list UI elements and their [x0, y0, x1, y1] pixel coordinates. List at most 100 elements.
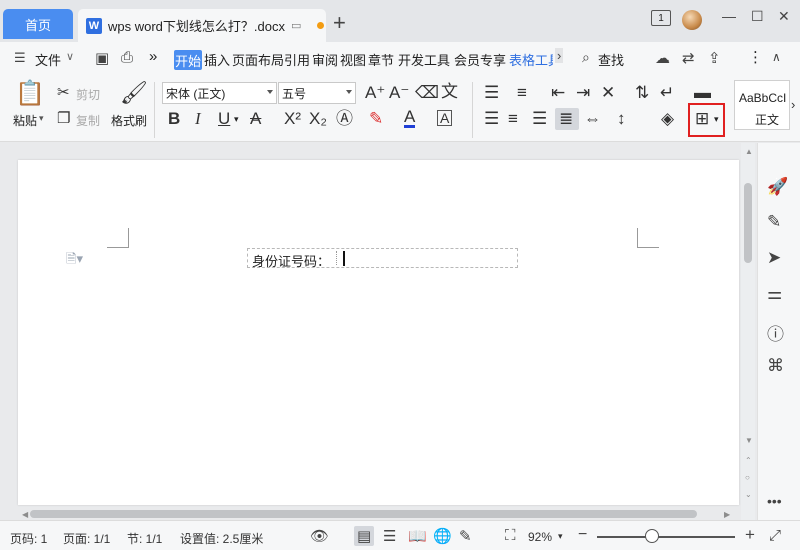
prev-page-icon[interactable]: ⌃ — [745, 456, 752, 465]
avatar[interactable] — [682, 10, 702, 30]
shrink-font-icon[interactable]: A⁻ — [389, 84, 409, 102]
underline-dropdown-icon[interactable]: ▾ — [234, 114, 239, 125]
scroll-up-icon[interactable]: ▲ — [745, 147, 753, 156]
clear-format-icon[interactable]: ⌫ — [415, 84, 439, 102]
tab-table-tools[interactable]: 表格工具 — [509, 50, 553, 69]
vertical-scroll-thumb[interactable] — [744, 183, 752, 263]
underline-icon[interactable]: U — [218, 110, 230, 128]
bold-icon[interactable]: B — [168, 110, 180, 128]
tab-home[interactable]: 首页 — [3, 9, 73, 39]
show-marks-icon[interactable]: ↵ — [660, 84, 674, 102]
close-button[interactable]: ✕ — [778, 8, 790, 25]
borders-icon[interactable]: ⊞ — [695, 110, 709, 128]
align-right-icon[interactable]: ☰ — [532, 110, 547, 128]
increase-indent-icon[interactable]: ⇥ — [576, 84, 590, 102]
more-menu-button[interactable]: ⋮ — [748, 48, 763, 66]
tab-document[interactable]: W wps word下划线怎么打？.docx ▭ — [78, 9, 326, 42]
decrease-indent-icon[interactable]: ⇤ — [551, 84, 565, 102]
align-center-icon[interactable]: ≡ — [508, 110, 518, 128]
cursor-icon[interactable]: ➤ — [767, 248, 781, 268]
export-icon[interactable]: ⇪ — [708, 49, 721, 67]
borders-dropdown-icon[interactable]: ▾ — [714, 114, 719, 125]
tab-chapter[interactable]: 章节 — [368, 50, 394, 69]
reading-view-icon[interactable]: 📖 — [408, 527, 427, 545]
more-tabs-button[interactable]: » — [149, 48, 157, 65]
chevron-right-icon[interactable]: › — [791, 96, 795, 114]
zoom-out-icon[interactable]: − — [578, 526, 587, 544]
pen-annotation-icon[interactable]: ✎ — [459, 527, 472, 545]
tab-developer[interactable]: 开发工具 — [398, 50, 450, 69]
ruler-icon[interactable]: ▬ — [694, 84, 711, 102]
font-size-select[interactable]: 五号 — [278, 82, 356, 104]
align-left-icon[interactable]: ☰ — [484, 110, 499, 128]
fullscreen-icon[interactable]: ⤢ — [769, 527, 781, 544]
strikethrough-icon[interactable]: A — [250, 110, 261, 128]
search-button[interactable]: 查找 — [598, 50, 624, 69]
print-icon[interactable]: ⎙ — [121, 49, 133, 66]
font-name-select[interactable]: 宋体 (正文) — [162, 82, 277, 104]
grow-font-icon[interactable]: A⁺ — [365, 84, 385, 102]
horizontal-scroll-thumb[interactable] — [30, 510, 697, 518]
sort-icon[interactable]: ⇅ — [635, 84, 649, 102]
outline-view-icon[interactable]: ☰ — [383, 527, 396, 545]
scroll-left-icon[interactable]: ◀ — [22, 510, 28, 519]
italic-icon[interactable]: I — [195, 110, 201, 128]
style-gallery-normal[interactable]: AaBbCcI 正文 — [734, 80, 790, 130]
chevron-down-icon[interactable]: ▾ — [558, 531, 563, 542]
cloud-icon[interactable]: ☁ — [655, 49, 670, 67]
document-page[interactable] — [18, 160, 739, 505]
align-justify-icon[interactable]: ≣ — [559, 110, 573, 128]
web-view-icon[interactable]: 🌐 — [433, 527, 452, 545]
document-outline-icon[interactable]: 🗎▾ — [66, 250, 83, 272]
distribute-icon[interactable]: ⇔ — [584, 110, 601, 128]
tab-view[interactable]: 视图 — [340, 50, 366, 69]
scroll-right-icon[interactable]: ▶ — [724, 510, 730, 519]
search-icon[interactable]: ⌕ — [582, 49, 590, 66]
collapse-ribbon-icon[interactable]: ∧ — [772, 50, 781, 64]
tab-review[interactable]: 审阅 — [312, 50, 338, 69]
settings-slider-icon[interactable]: ⚌ — [767, 284, 782, 304]
tab-page-layout[interactable]: 页面布局 — [232, 50, 284, 69]
tab-member[interactable]: 会员专享 — [454, 50, 506, 69]
status-setting-value[interactable]: 设置值: 2.5厘米 — [180, 530, 263, 547]
share-icon[interactable]: ⇄ — [682, 49, 695, 67]
font-color-icon[interactable]: A — [404, 108, 416, 128]
copy-button[interactable]: 复制 — [76, 112, 100, 129]
format-painter-icon[interactable]: 🖌 — [120, 82, 148, 104]
paste-dropdown-icon[interactable]: ▾ — [39, 113, 44, 124]
tab-insert[interactable]: 插入 — [204, 50, 230, 69]
chevron-right-icon[interactable]: › — [555, 48, 564, 63]
zoom-slider-track[interactable] — [597, 536, 735, 538]
select-browse-icon[interactable]: ○ — [745, 473, 750, 482]
hamburger-icon[interactable]: ☰ — [14, 50, 26, 66]
tab-start[interactable]: 开始 — [174, 50, 202, 70]
zoom-in-icon[interactable]: + — [745, 525, 755, 545]
chinese-layout-icon[interactable]: ✕ — [601, 84, 615, 102]
bullet-list-icon[interactable]: ☰ — [484, 84, 499, 102]
line-spacing-icon[interactable]: ↕ — [617, 110, 626, 128]
paste-button[interactable]: 粘贴 — [13, 112, 37, 129]
subscript-icon[interactable]: X₂ — [309, 110, 327, 128]
table-cell-field[interactable]: 身份证号码： — [247, 248, 518, 269]
pen-icon[interactable]: ✎ — [767, 212, 781, 232]
zoom-fit-icon[interactable]: ⛶ — [505, 527, 516, 544]
highlight-icon[interactable]: ✎ — [369, 110, 383, 128]
phonetic-icon[interactable]: 文 — [441, 83, 458, 101]
tab-references[interactable]: 引用 — [284, 50, 310, 69]
status-section[interactable]: 节: 1/1 — [127, 530, 162, 547]
menu-file[interactable]: 文件 — [35, 50, 61, 69]
paste-icon[interactable]: 📋 — [15, 82, 45, 106]
next-page-icon[interactable]: ⌄ — [745, 490, 752, 499]
superscript-icon[interactable]: X² — [284, 110, 301, 128]
feedback-icon[interactable]: ⌘ — [767, 356, 784, 376]
chevron-down-icon[interactable]: ∨ — [66, 50, 74, 63]
char-border-icon[interactable]: A — [437, 110, 453, 126]
cut-button[interactable]: 剪切 — [76, 86, 100, 103]
text-effect-icon[interactable]: Ⓐ — [336, 110, 353, 128]
status-page-number[interactable]: 页码: 1 — [10, 530, 47, 547]
maximize-button[interactable]: ☐ — [751, 8, 764, 25]
format-painter-button[interactable]: 格式刷 — [111, 112, 147, 129]
page-view-icon[interactable]: ▤ — [357, 527, 371, 545]
new-tab-button[interactable]: + — [333, 12, 346, 34]
rocket-icon[interactable]: 🚀 — [767, 177, 788, 197]
